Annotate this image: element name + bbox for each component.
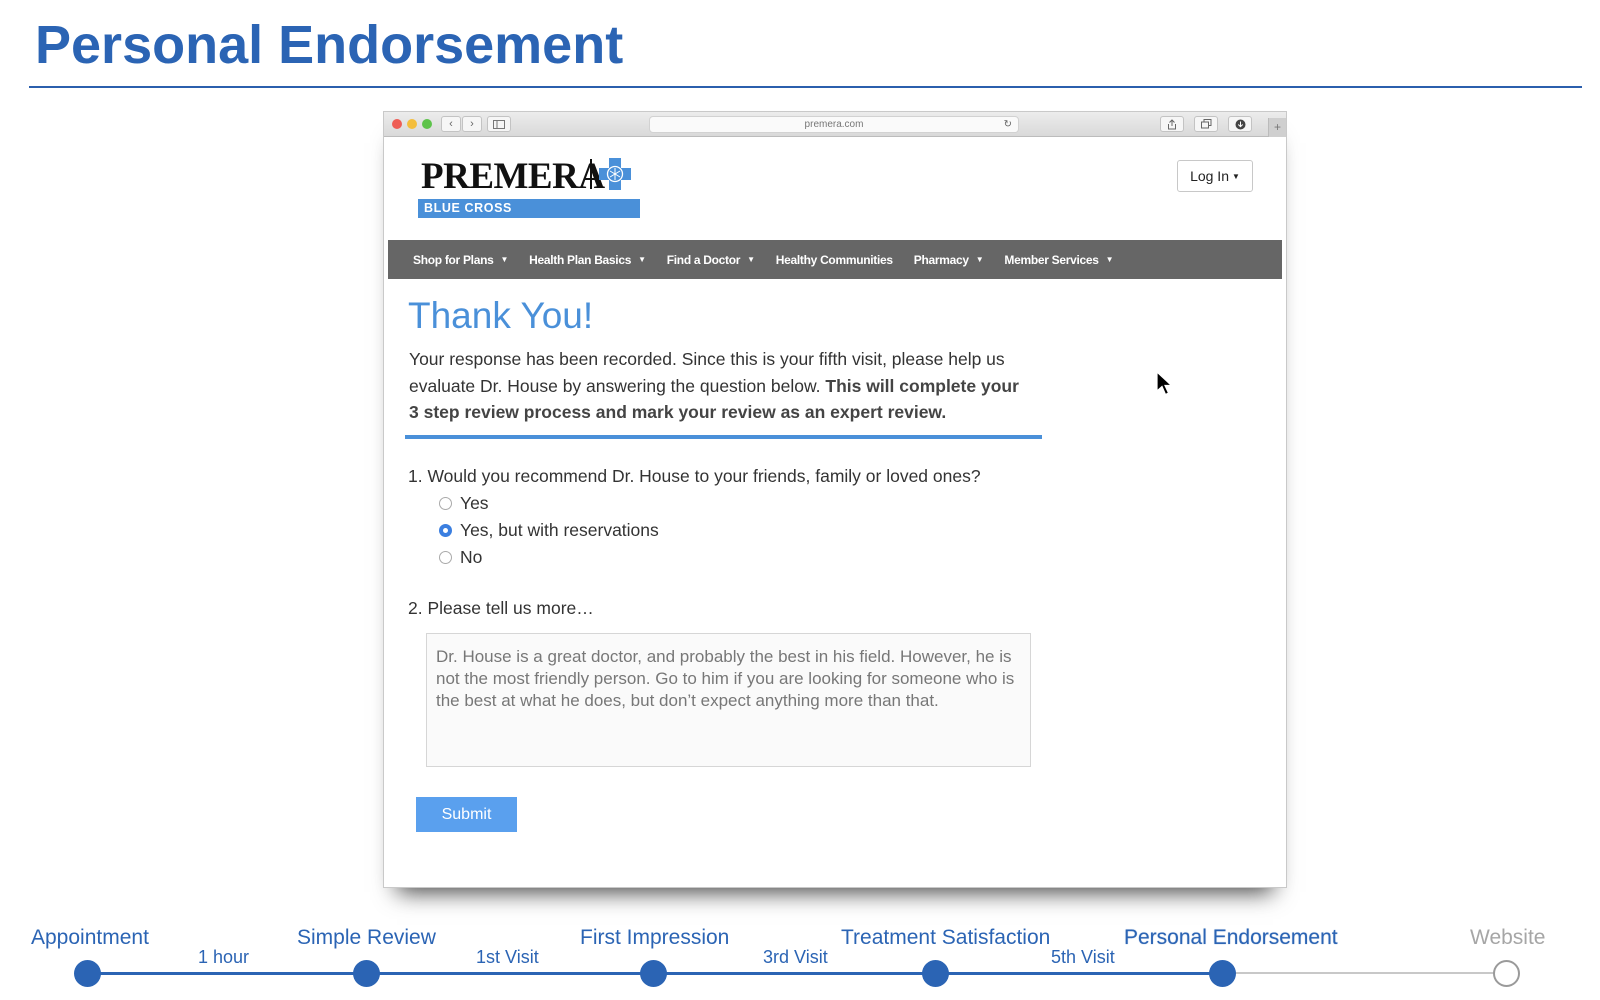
thank-you-heading: Thank You! bbox=[408, 295, 594, 336]
radio-no[interactable] bbox=[439, 551, 452, 564]
option-label: Yes bbox=[460, 493, 489, 513]
sidebar-icon[interactable] bbox=[487, 116, 511, 132]
nav-item-label: Pharmacy bbox=[913, 252, 969, 267]
intro-text: Your response has been recorded. Since t… bbox=[409, 346, 1029, 426]
timeline-node-simple-review bbox=[353, 960, 380, 987]
tabs-overview-icon[interactable] bbox=[1194, 116, 1218, 132]
option-yes-with-reservations[interactable]: Yes, but with reservations bbox=[439, 520, 659, 541]
chevron-down-icon: ▼ bbox=[500, 255, 509, 264]
url-text: premera.com bbox=[804, 119, 864, 130]
forward-icon[interactable]: › bbox=[462, 116, 482, 132]
nav-item-shop-for-plans[interactable]: Shop for Plans ▼ bbox=[413, 253, 508, 267]
timeline-interval-label: 3rd Visit bbox=[763, 947, 828, 967]
site-navigation: Shop for Plans ▼ Health Plan Basics ▼ Find… bbox=[388, 240, 1282, 279]
page-title: Personal Endorsement bbox=[35, 15, 624, 75]
title-divider bbox=[29, 86, 1582, 88]
timeline-interval-label: 1 hour bbox=[198, 947, 250, 967]
nav-item-health-plan-basics[interactable]: Health Plan Basics ▼ bbox=[529, 253, 646, 267]
download-icon[interactable] bbox=[1228, 116, 1252, 132]
nav-item-label: Shop for Plans bbox=[413, 252, 494, 267]
login-button[interactable]: Log In ▼ bbox=[1177, 160, 1253, 192]
timeline-node-first-impression bbox=[640, 960, 667, 987]
timeline-step-label-current: Personal Endorsement bbox=[1124, 926, 1338, 949]
timeline-interval-label: 1st Visit bbox=[476, 947, 539, 967]
question-2-label: 2. Please tell us more… bbox=[408, 598, 594, 618]
option-label: No bbox=[460, 547, 483, 567]
timeline-interval-label: 5th Visit bbox=[1051, 947, 1115, 967]
blue-cross-icon bbox=[599, 158, 631, 190]
premera-logo[interactable]: PREMERA BLUE CROSS bbox=[418, 155, 640, 219]
chevron-down-icon: ▼ bbox=[638, 255, 646, 264]
new-tab-button[interactable]: + bbox=[1268, 118, 1286, 137]
timeline-remaining-line bbox=[1223, 972, 1507, 974]
option-yes[interactable]: Yes bbox=[439, 493, 489, 514]
timeline-step-label: Website bbox=[1470, 926, 1546, 949]
timeline-node-website bbox=[1493, 960, 1520, 987]
browser-window: ‹ › premera.com ↻ + PREMERA BLUE CROSS L bbox=[383, 111, 1287, 888]
nav-item-label: Member Services bbox=[1004, 252, 1099, 267]
question-1-label: 1. Would you recommend Dr. House to your… bbox=[408, 466, 981, 486]
timeline-step-label: Simple Review bbox=[297, 926, 436, 949]
logo-band-text: BLUE CROSS bbox=[418, 199, 640, 218]
chevron-down-icon: ▼ bbox=[1105, 255, 1114, 264]
address-bar[interactable]: premera.com ↻ bbox=[649, 116, 1019, 133]
zoom-window-button[interactable] bbox=[422, 119, 432, 129]
radio-yes[interactable] bbox=[439, 497, 452, 510]
nav-item-label: Find a Doctor bbox=[666, 252, 741, 267]
share-icon[interactable] bbox=[1160, 116, 1184, 132]
timeline-node-personal-endorsement bbox=[1209, 960, 1236, 987]
chevron-down-icon: ▼ bbox=[747, 255, 755, 264]
timeline-step-label: Treatment Satisfaction bbox=[841, 926, 1051, 949]
intro-divider bbox=[405, 435, 1042, 439]
submit-button[interactable]: Submit bbox=[416, 797, 517, 832]
nav-item-label: Health Plan Basics bbox=[529, 252, 632, 267]
nav-item-member-services[interactable]: Member Services ▼ bbox=[1004, 253, 1113, 267]
chevron-down-icon: ▼ bbox=[975, 255, 984, 264]
timeline-step-label: Appointment bbox=[31, 926, 149, 949]
reload-icon[interactable]: ↻ bbox=[1004, 117, 1012, 132]
radio-yes-with-reservations[interactable] bbox=[439, 524, 452, 537]
nav-item-pharmacy[interactable]: Pharmacy ▼ bbox=[914, 253, 984, 267]
back-icon[interactable]: ‹ bbox=[441, 116, 461, 132]
timeline-node-appointment bbox=[74, 960, 101, 987]
browser-toolbar: ‹ › premera.com ↻ + bbox=[384, 112, 1286, 137]
close-window-button[interactable] bbox=[392, 119, 402, 129]
nav-item-healthy-communities[interactable]: Healthy Communities bbox=[776, 253, 893, 267]
timeline-step-label: First Impression bbox=[580, 926, 730, 949]
comment-textarea[interactable]: Dr. House is a great doctor, and probabl… bbox=[426, 633, 1031, 767]
login-label: Log In bbox=[1190, 168, 1229, 184]
logo-wordmark: PREMERA bbox=[421, 156, 605, 197]
mouse-pointer-icon bbox=[1156, 371, 1174, 396]
option-label: Yes, but with reservations bbox=[460, 520, 659, 540]
logo-divider bbox=[590, 159, 592, 189]
minimize-window-button[interactable] bbox=[407, 119, 417, 129]
option-no[interactable]: No bbox=[439, 547, 482, 568]
timeline-node-treatment-satisfaction bbox=[922, 960, 949, 987]
chevron-down-icon: ▼ bbox=[1232, 171, 1240, 181]
nav-item-label: Healthy Communities bbox=[775, 252, 893, 267]
nav-item-find-a-doctor[interactable]: Find a Doctor ▼ bbox=[667, 253, 755, 267]
